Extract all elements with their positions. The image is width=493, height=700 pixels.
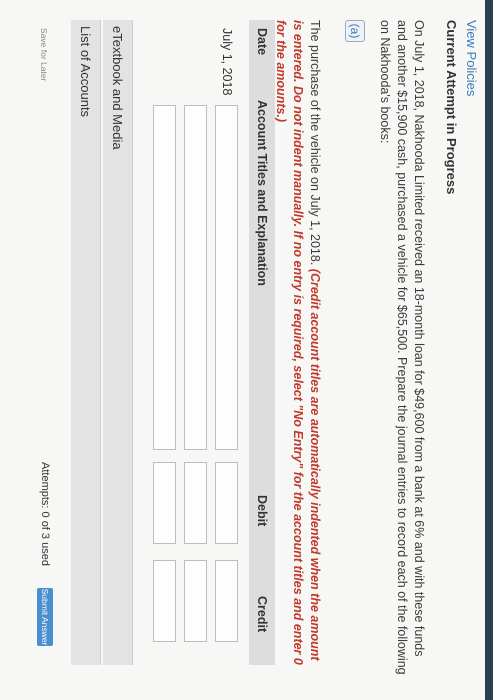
question-text: On July 1, 2018, Nakhooda Limited receiv… bbox=[378, 20, 426, 675]
assignment-page: View Policies Current Attempt in Progres… bbox=[0, 0, 493, 700]
credit-field-1[interactable] bbox=[215, 560, 238, 642]
submit-answer-button[interactable]: Submit Answer bbox=[37, 588, 53, 646]
account-title-field-2[interactable] bbox=[184, 105, 207, 450]
date-header: Date bbox=[255, 28, 269, 56]
list-of-accounts-link[interactable]: List of Accounts bbox=[78, 26, 93, 117]
credit-header: Credit bbox=[255, 596, 269, 633]
attempt-status: Current Attempt in Progress bbox=[444, 20, 459, 195]
instruction-text: The purchase of the vehicle on July 1, 2… bbox=[308, 20, 322, 266]
debit-field-2[interactable] bbox=[184, 462, 207, 544]
etextbook-row[interactable]: eTextbook and Media bbox=[103, 20, 133, 665]
attempts-counter: Attempts: 0 of 3 used bbox=[39, 462, 51, 566]
top-edge-bar bbox=[485, 0, 493, 700]
debit-header: Debit bbox=[255, 495, 269, 527]
journal-table-header: Date Account Titles and Explanation Debi… bbox=[249, 20, 275, 665]
account-title-field-3[interactable] bbox=[153, 105, 176, 450]
etextbook-link[interactable]: eTextbook and Media bbox=[110, 26, 125, 150]
view-policies-link[interactable]: View Policies bbox=[464, 20, 479, 96]
credit-field-2[interactable] bbox=[184, 560, 207, 642]
entry-date: July 1, 2018 bbox=[220, 28, 234, 96]
credit-field-3[interactable] bbox=[153, 560, 176, 642]
account-header: Account Titles and Explanation bbox=[255, 100, 269, 286]
accounts-row[interactable]: List of Accounts bbox=[71, 20, 101, 665]
account-title-field-1[interactable] bbox=[215, 105, 238, 450]
debit-field-1[interactable] bbox=[215, 462, 238, 544]
part-instructions: The purchase of the vehicle on July 1, 2… bbox=[272, 20, 323, 670]
save-for-later-button[interactable]: Save for Later bbox=[39, 28, 49, 81]
part-a-label: (a) bbox=[345, 20, 365, 42]
debit-field-3[interactable] bbox=[153, 462, 176, 544]
